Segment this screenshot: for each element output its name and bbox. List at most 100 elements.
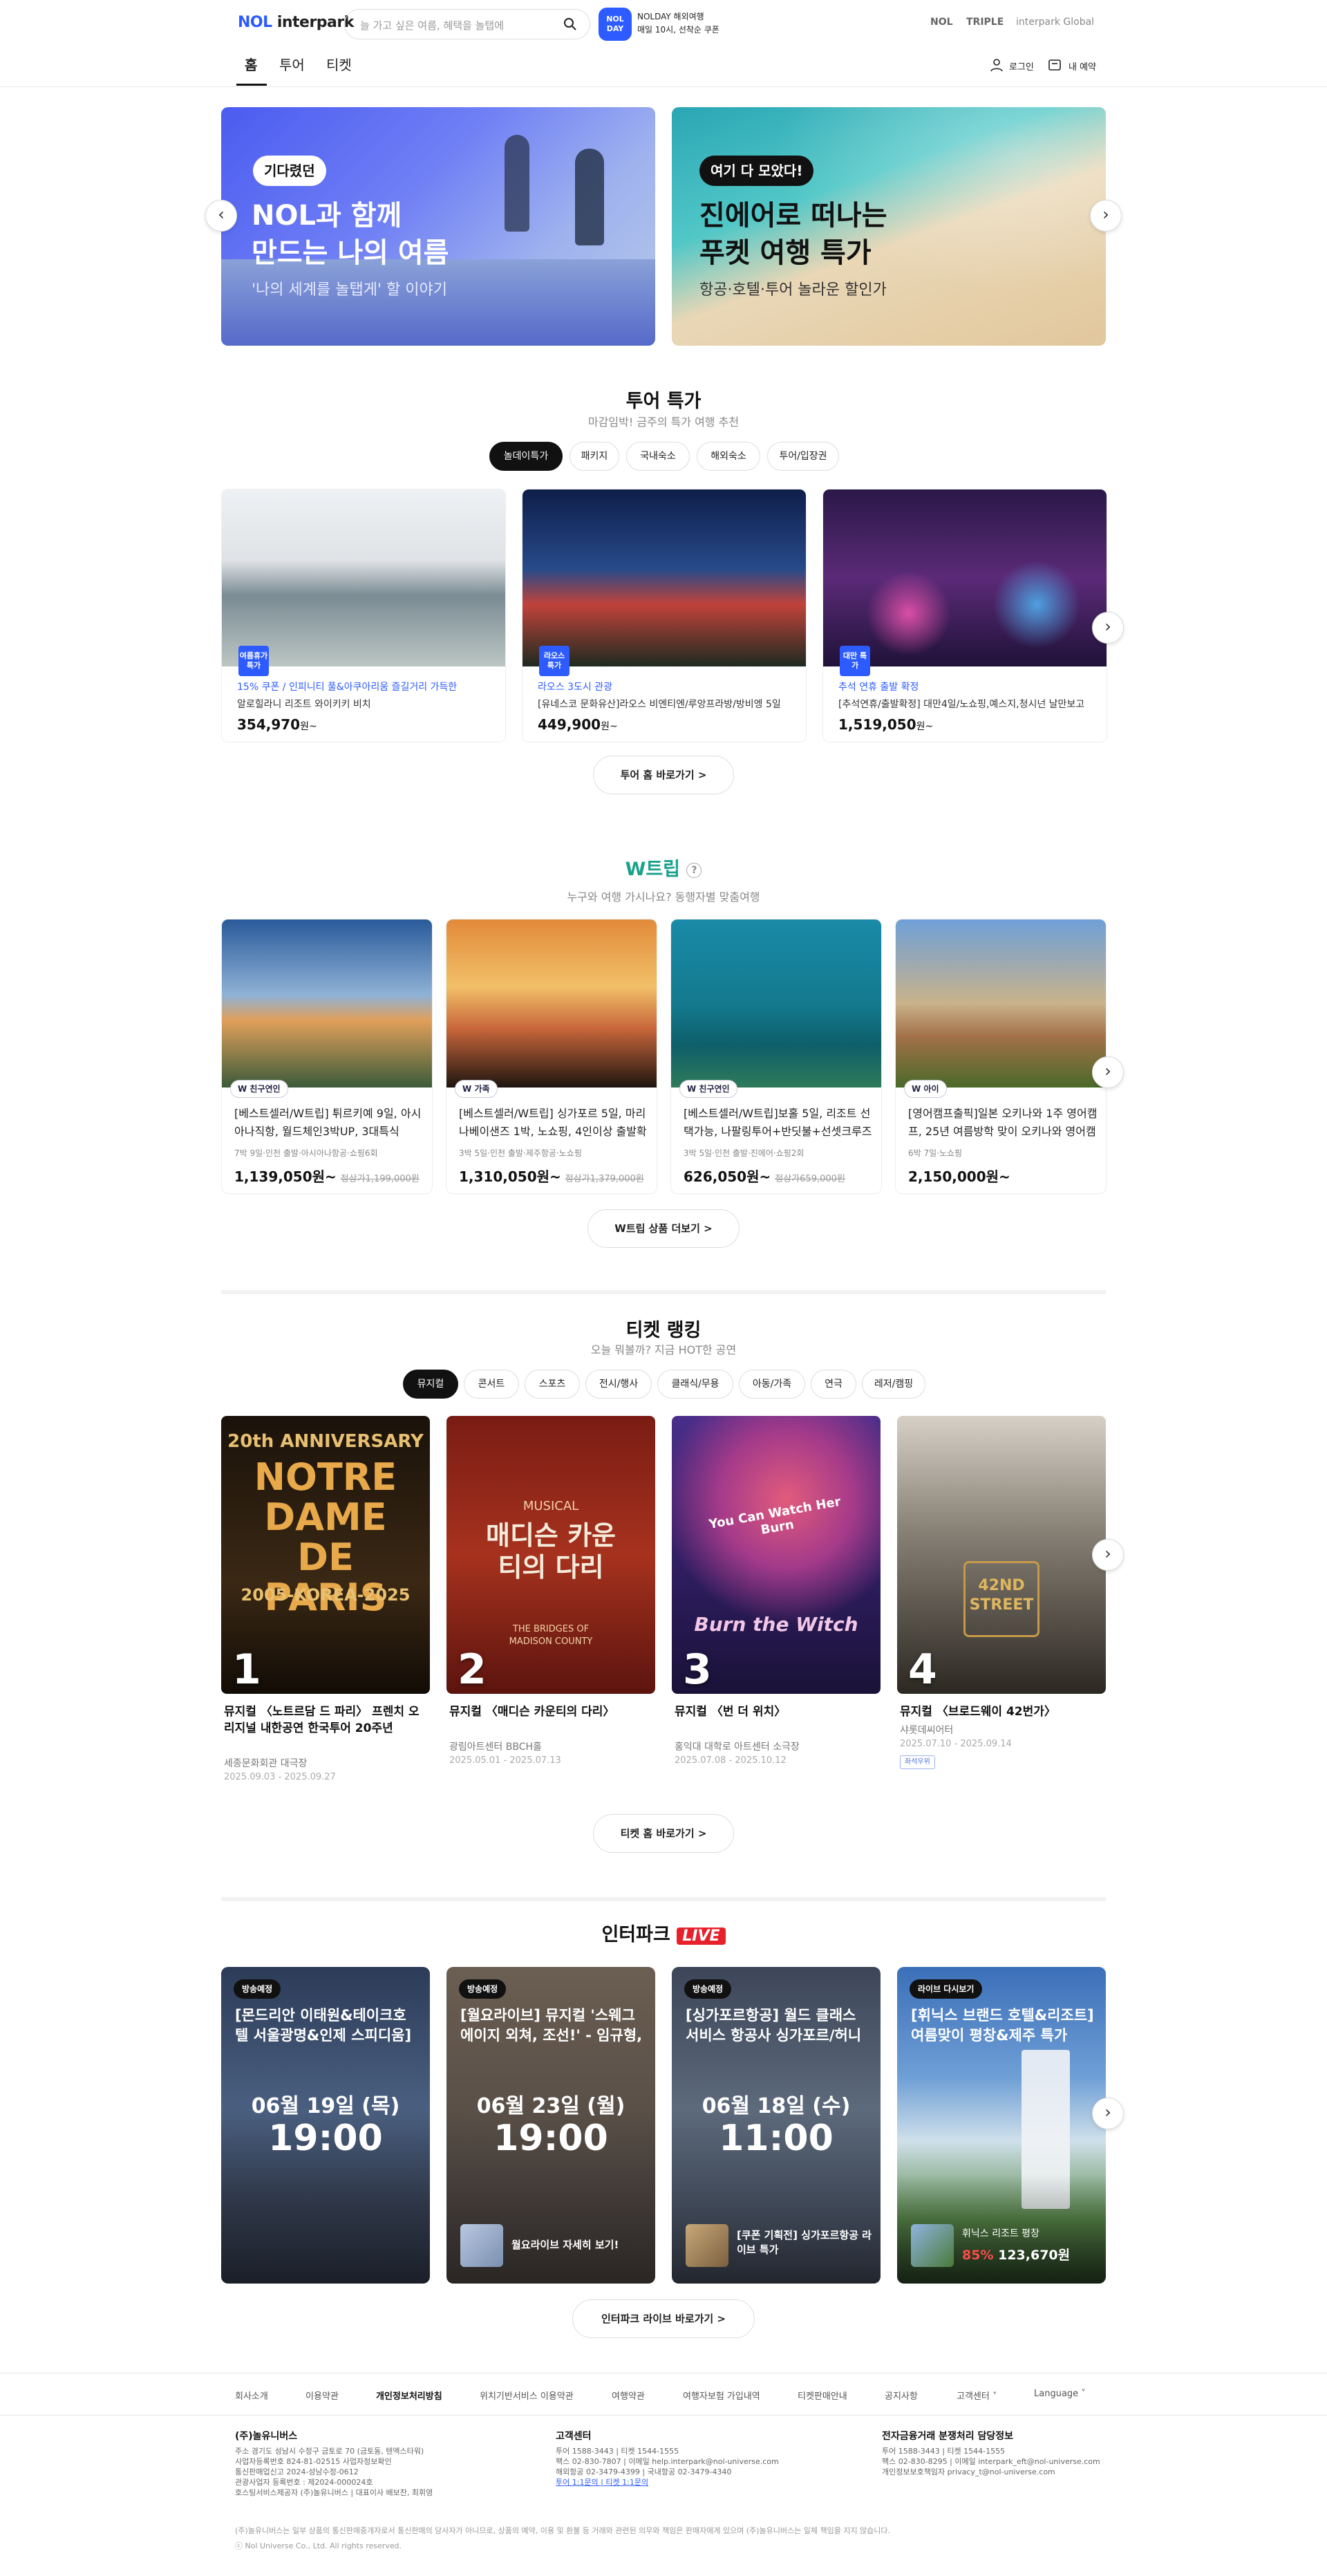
tour-deal-card[interactable]: 라오스 특가 라오스 3도시 관광 [유네스코 문화유산]라오스 비엔티엔/루앙… bbox=[522, 489, 807, 743]
footer-inquiry-links[interactable]: 투어 1:1문의 | 티켓 1:1문의 bbox=[556, 2477, 846, 2488]
search-input[interactable]: 늘 가고 싶은 여름, 혜택을 놀탭에 bbox=[344, 9, 590, 39]
live-card[interactable]: 방송예정 [싱가포르항공] 월드 클래스 서비스 항공사 싱가포르/허니문 06… bbox=[672, 1967, 881, 2284]
footer-link-travel-terms[interactable]: 여행약관 bbox=[612, 2389, 645, 2402]
wtrip-card-name: [영어캠프출픽]일본 오키나와 1주 영어캠프, 25년 여름방학 맞이 오키나… bbox=[908, 1107, 1098, 1138]
ticket-tab-kids[interactable]: 아동/가족 bbox=[739, 1370, 805, 1399]
tour-card-tag: 라오스 특가 bbox=[539, 646, 570, 676]
hero-banner-jinair-phuket[interactable]: 여기 다 모았다! 진에어로 떠나는 푸켓 여행 특가 항공·호텔·투어 놀라운… bbox=[672, 107, 1106, 346]
ticket-title: 티켓 랭킹 bbox=[625, 1320, 702, 1341]
live-card-time: 11:00 bbox=[719, 2118, 834, 2159]
wtrip-card-image bbox=[446, 920, 657, 1088]
tour-deal-card[interactable]: 여름휴가 특가 15% 쿠폰 / 인피니티 풀&아쿠아리움 즐길거리 가득한 알… bbox=[221, 489, 506, 743]
top-link-global[interactable]: interpark Global bbox=[1016, 17, 1094, 28]
ticket-card[interactable]: You Can Watch Her Burn Burn the Witch 3 … bbox=[672, 1416, 881, 1766]
tour-home-button[interactable]: 투어 홈 바로가기 > bbox=[593, 756, 734, 794]
hero-prev-arrow[interactable]: ‹ bbox=[205, 200, 237, 232]
ticket-tab-musical[interactable]: 뮤지컬 bbox=[403, 1370, 458, 1399]
footer-language-dropdown[interactable]: Language ˅ bbox=[1034, 2389, 1086, 2399]
ticket-venue: 홍익대 대학로 아트센터 소극장 bbox=[675, 1742, 800, 1753]
wtrip-more-button[interactable]: W트립 상품 더보기 > bbox=[587, 1209, 740, 1248]
footer-cs-dropdown[interactable]: 고객센터 ˅ bbox=[957, 2389, 997, 2402]
hero-next-arrow[interactable]: › bbox=[1090, 200, 1122, 232]
tour-card-image bbox=[523, 489, 806, 666]
wtrip-card[interactable]: W 가족 [베스트셀러/W트립] 싱가포르 5일, 마리나베이샌즈 1박, 노쇼… bbox=[446, 919, 657, 1194]
nolday-promo[interactable]: NOLDAY 해외여행 매일 10시, 선착순 쿠폰 bbox=[637, 10, 719, 37]
tour-tab-domestic-stay[interactable]: 국내숙소 bbox=[626, 442, 690, 471]
live-card-date: 06월 19일 (목) bbox=[251, 2094, 400, 2118]
wtrip-card-badge: W 가족 bbox=[455, 1080, 498, 1098]
ticket-tab-sports[interactable]: 스포츠 bbox=[525, 1370, 580, 1399]
tour-tab-nolday[interactable]: 놀데이특가 bbox=[489, 442, 563, 471]
live-promo-text: [쿠폰 기획전] 싱가포르항공 라이브 특가 bbox=[737, 2229, 872, 2256]
ticket-card[interactable]: 42ND STREET 4 뮤지컬 〈브로드웨이 42번가〉 샤롯데씨어터 20… bbox=[897, 1416, 1106, 1775]
footer-link-privacy[interactable]: 개인정보처리방침 bbox=[376, 2389, 442, 2402]
ticket-card[interactable]: MUSICAL 매디슨 카운티의 다리 THE BRIDGES OF MADIS… bbox=[446, 1416, 655, 1766]
live-badge: LIVE bbox=[677, 1928, 726, 1945]
footer-link-terms[interactable]: 이용약관 bbox=[305, 2389, 339, 2402]
nolday-badge[interactable]: NOL DAY bbox=[599, 8, 632, 41]
ticket-tab-classic[interactable]: 클래식/무용 bbox=[657, 1370, 733, 1399]
wtrip-card[interactable]: W 아이 [영어캠프출픽]일본 오키나와 1주 영어캠프, 25년 여름방학 맞… bbox=[895, 919, 1107, 1194]
search-icon[interactable] bbox=[563, 17, 577, 31]
live-card-time: 19:00 bbox=[268, 2118, 383, 2159]
tour-card-tag: 여름휴가 특가 bbox=[238, 646, 269, 676]
tour-deal-card[interactable]: 대만 특가 추석 연휴 출발 확정 [추석연휴/출발확정] 대만4일/노쇼핑,예… bbox=[822, 489, 1107, 743]
ticket-venue: 세종문화회관 대극장 bbox=[224, 1758, 308, 1769]
tour-tab-overseas-stay[interactable]: 해외숙소 bbox=[697, 442, 760, 471]
wtrip-card-itinerary: 7박 9일·인천 출발·아시아나항공·쇼핑6회 bbox=[234, 1148, 378, 1158]
live-card[interactable]: 방송예정 [월요라이브] 뮤지컬 '스웨그에이지 외쳐, 조선!' - 임규형,… bbox=[446, 1967, 655, 2284]
live-card[interactable]: 라이브 다시보기 [휘닉스 브랜드 호텔&리조트] 여름맞이 평창&제주 특가 … bbox=[897, 1967, 1106, 2284]
booking-icon[interactable] bbox=[1048, 58, 1062, 72]
header: NOL interpark 늘 가고 싶은 여름, 혜택을 놀탭에 NOL DA… bbox=[0, 0, 1327, 87]
tour-tab-tour-ticket[interactable]: 투어/입장권 bbox=[767, 442, 839, 471]
wtrip-card-image bbox=[896, 920, 1106, 1088]
footer-copyright: ⓒ Nol Universe Co., Ltd. All rights rese… bbox=[235, 2541, 402, 2550]
ticket-name: 뮤지컬 〈브로드웨이 42번가〉 bbox=[900, 1705, 1056, 1719]
live-card[interactable]: 방송예정 [몬드리안 이태원&테이크호텔 서울광명&인제 스피디움] 도심 속 … bbox=[221, 1967, 430, 2284]
nav-tab-home[interactable]: 홈 bbox=[245, 54, 257, 74]
wtrip-card[interactable]: W 친구연인 [베스트셀러/W트립]보홀 5일, 리조트 선택가능, 나팔링투어… bbox=[670, 919, 882, 1194]
tour-next-arrow[interactable]: › bbox=[1092, 612, 1124, 644]
ticket-tab-play[interactable]: 연극 bbox=[811, 1370, 856, 1399]
tour-card-price: 354,970원~ bbox=[237, 716, 317, 733]
ticket-card[interactable]: 20th ANNIVERSARY NOTRE DAME DE PARIS 200… bbox=[221, 1416, 430, 1782]
live-more-button[interactable]: 인터파크 라이브 바로가기 > bbox=[572, 2299, 755, 2338]
wtrip-next-arrow[interactable]: › bbox=[1092, 1056, 1124, 1088]
login-link[interactable]: 로그인 bbox=[1009, 59, 1034, 73]
nav-tab-tour[interactable]: 투어 bbox=[279, 54, 305, 74]
tour-card-price: 449,900원~ bbox=[538, 716, 618, 733]
live-card-date: 06월 18일 (수) bbox=[702, 2094, 851, 2118]
wtrip-card-price: 1,310,050원~ 정상가1,379,000원 bbox=[459, 1168, 644, 1185]
ticket-home-button[interactable]: 티켓 홈 바로가기 > bbox=[593, 1814, 734, 1853]
wtrip-card[interactable]: W 친구연인 [베스트셀러/W트립] 튀르키예 9일, 아시아나직항, 월드체인… bbox=[221, 919, 433, 1194]
footer-link-company[interactable]: 회사소개 bbox=[235, 2389, 268, 2402]
ticket-tab-exhibition[interactable]: 전시/행사 bbox=[585, 1370, 652, 1399]
footer-link-location-terms[interactable]: 위치기반서비스 이용약관 bbox=[480, 2389, 574, 2402]
wtrip-subtitle: 누구와 여행 가시나요? 동행자별 맞춤여행 bbox=[567, 890, 760, 904]
wtrip-title: W트립 ? bbox=[0, 854, 1327, 881]
footer-link-notice[interactable]: 공지사항 bbox=[885, 2389, 918, 2402]
footer-link-ticket-sales[interactable]: 티켓판매안내 bbox=[798, 2389, 847, 2402]
interpark-logo[interactable]: NOL interpark bbox=[238, 14, 354, 31]
ticket-date: 2025.09.03 - 2025.09.27 bbox=[224, 1772, 336, 1782]
ticket-next-arrow[interactable]: › bbox=[1092, 1539, 1124, 1571]
user-icon[interactable] bbox=[990, 58, 1004, 72]
top-link-nol[interactable]: NOL bbox=[930, 17, 953, 28]
help-icon[interactable]: ? bbox=[686, 862, 702, 878]
ticket-date: 2025.05.01 - 2025.07.13 bbox=[449, 1755, 561, 1766]
ticket-tab-leisure[interactable]: 레저/캠핑 bbox=[862, 1370, 925, 1399]
my-booking-link[interactable]: 내 예약 bbox=[1069, 59, 1096, 73]
nav-tab-ticket[interactable]: 티켓 bbox=[326, 54, 352, 74]
live-next-arrow[interactable]: › bbox=[1092, 2098, 1124, 2129]
ticket-tab-concert[interactable]: 콘서트 bbox=[464, 1370, 519, 1399]
hero-banner-nol-summer[interactable]: 기다렸던 NOL과 함께 만드는 나의 여름 '나의 세계를 놀탭게' 할 이야… bbox=[221, 107, 655, 346]
tour-card-image bbox=[823, 489, 1107, 666]
wtrip-card-itinerary: 6박 7일·노쇼핑 bbox=[908, 1148, 963, 1158]
wtrip-card-name: [베스트셀러/W트립] 싱가포르 5일, 마리나베이샌즈 1박, 노쇼핑, 4인… bbox=[459, 1107, 647, 1138]
top-link-triple[interactable]: TRIPLE bbox=[966, 17, 1004, 28]
live-status-badge: 라이브 다시보기 bbox=[910, 1979, 983, 1999]
footer-link-insurance[interactable]: 여행자보험 가입내역 bbox=[683, 2389, 760, 2402]
ticket-rank: 2 bbox=[458, 1645, 487, 1694]
ticket-rank: 3 bbox=[683, 1645, 712, 1694]
tour-tab-package[interactable]: 패키지 bbox=[570, 442, 619, 471]
